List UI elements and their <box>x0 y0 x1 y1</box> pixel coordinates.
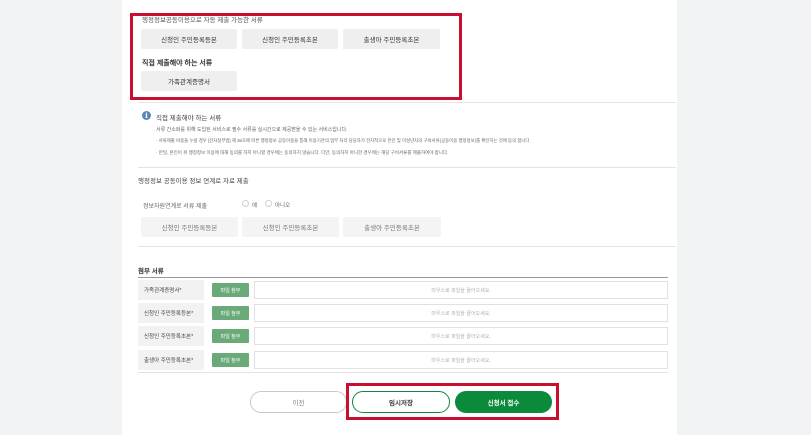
attachment-row-label: 가족관계증명서* <box>138 280 204 300</box>
divider <box>138 167 676 168</box>
attachments-heading: 첨부 서류 <box>138 268 164 275</box>
divider <box>138 246 676 247</box>
info-line-2: · 서류제출 비용을 누릴 경우 [전자정부법] 제 36조에 따른 행정정보 … <box>156 138 531 143</box>
file-drop-zone[interactable]: 마우스로 파일을 끌어오세요. <box>254 281 668 299</box>
attachments-top-line <box>138 277 668 278</box>
info-line-1: 서류 간소화를 위해 도입된 서비스로 필수 서류를 실시간으로 제공받을 수 … <box>156 127 348 133</box>
info-title: 직접 제출해야 하는 서류 <box>156 115 222 122</box>
radio-yes-label: 예 <box>252 203 258 209</box>
sharing-doc-applicant-resident-abstract[interactable]: 신청인 주민등록초본 <box>242 217 339 237</box>
file-drop-zone[interactable]: 마우스로 파일을 끌어오세요. <box>254 304 668 322</box>
highlight-box-documents <box>130 13 462 100</box>
sharing-doc-newborn-resident-abstract[interactable]: 출생아 주민등록초본 <box>343 217 441 237</box>
divider <box>138 102 676 103</box>
attach-file-button[interactable]: 파일 첨부 <box>212 353 249 367</box>
sharing-question: 정보자원연계로 서류 제출 <box>143 204 208 210</box>
attachment-row-label: 신청인 주민등록등본* <box>138 303 204 323</box>
radio-no[interactable] <box>265 200 272 207</box>
attachment-row-label: 신청인 주민등록초본* <box>138 326 204 346</box>
attach-file-button[interactable]: 파일 첨부 <box>212 306 249 320</box>
file-drop-zone[interactable]: 마우스로 파일을 끌어오세요. <box>254 351 668 369</box>
attach-file-button[interactable]: 파일 첨부 <box>212 329 249 343</box>
sharing-doc-applicant-resident-copy[interactable]: 신청인 주민등록등본 <box>141 217 238 237</box>
file-drop-zone[interactable]: 마우스로 파일을 끌어오세요. <box>254 327 668 345</box>
radio-no-label: 아니오 <box>275 203 291 209</box>
attachments-bottom-line <box>138 372 668 373</box>
highlight-box-actions <box>346 383 559 420</box>
info-icon: i <box>142 111 151 120</box>
attachment-row-label: 출생아 주민등록초본* <box>138 350 204 370</box>
info-line-3: · 만일, 본인이 위 행정정보 이용에 대해 동의를 하지 아니할 경우에는 … <box>156 150 449 155</box>
radio-yes[interactable] <box>242 200 249 207</box>
attach-file-button[interactable]: 파일 첨부 <box>212 283 249 297</box>
prev-button[interactable]: 이전 <box>250 391 347 413</box>
sharing-heading: 행정정보 공동이용 정보 연계로 자료 제출 <box>138 178 249 185</box>
